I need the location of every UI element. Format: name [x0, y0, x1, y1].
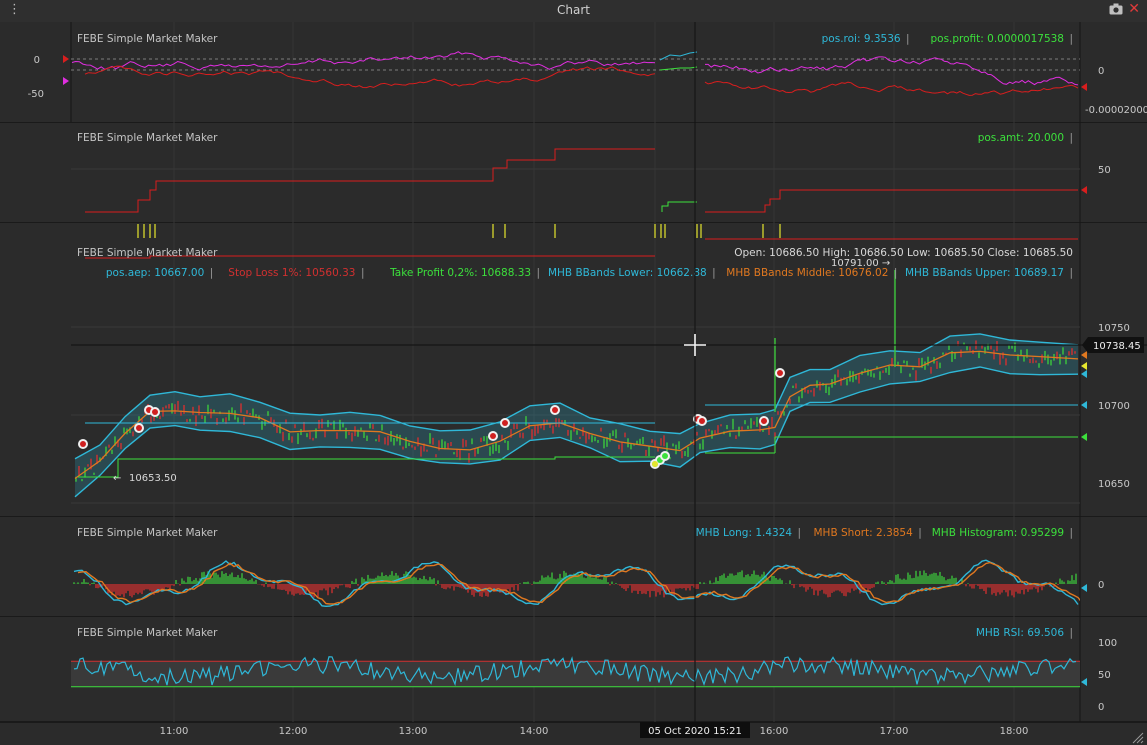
legend-separator: |	[537, 267, 541, 279]
pane-legend: | pos.profit: 0.0000017538 | pos.roi: 9.353…	[822, 33, 1073, 45]
price-tick-label: 10750	[1098, 323, 1130, 334]
pane-legend: | MHB RSI: 69.506	[976, 627, 1073, 639]
indicator-name: FEBE Simple Market Maker	[77, 247, 218, 259]
window-title: Chart	[557, 3, 590, 17]
low-annotation: 10653.50	[129, 473, 177, 484]
time-tick-label: 14:00	[520, 726, 549, 737]
legend-separator: |	[1069, 627, 1073, 639]
order-marker-dot	[652, 461, 658, 467]
cursor-price-label: 10738.45	[1093, 341, 1141, 352]
legend-separator: |	[906, 33, 910, 45]
legend-separator: |	[918, 527, 922, 539]
legend-entry: pos.profit: 0.0000017538	[930, 33, 1064, 45]
order-marker-dot	[699, 418, 705, 424]
price-tick-label: 50	[1098, 165, 1111, 176]
legend-entry: MHB RSI: 69.506	[976, 627, 1064, 639]
time-tick-label: 12:00	[279, 726, 308, 737]
order-marker-dot	[80, 441, 86, 447]
legend-separator: |	[210, 267, 214, 279]
indicator-name: FEBE Simple Market Maker	[77, 132, 218, 144]
time-tick-label: 13:00	[399, 726, 428, 737]
time-tick-label: 16:00	[760, 726, 789, 737]
pane-legend: | pos.amt: 20.000	[978, 132, 1073, 144]
window-titlebar: ⋮ Chart ✕	[0, 0, 1147, 23]
legend-separator: |	[1069, 267, 1073, 279]
roi-tick-label: 0	[34, 55, 40, 66]
legend-entry: MHB Short: 2.3854	[814, 527, 914, 539]
order-marker-dot	[761, 418, 767, 424]
legend-entry: MHB Histogram: 0.95299	[932, 527, 1064, 539]
high-annotation: 10791.00 →	[831, 258, 890, 269]
time-tick-label: 18:00	[1000, 726, 1029, 737]
roi-tick-label: -50	[28, 89, 44, 100]
order-marker-dot	[502, 420, 508, 426]
legend-entry: MHB BBands Lower: 10662.88	[548, 267, 707, 279]
legend-entry: pos.amt: 20.000	[978, 132, 1064, 144]
price-tick-label: 0	[1098, 66, 1104, 77]
order-marker-dot	[662, 453, 668, 459]
legend-entry: Stop Loss 1%: 10560.33	[228, 267, 355, 279]
cursor-time-label: 05 Oct 2020 15:21	[648, 726, 742, 737]
price-tick-label: 0	[1098, 580, 1104, 591]
ohlc-readout: Open: 10686.50 High: 10686.50 Low: 10685…	[734, 247, 1073, 259]
close-icon[interactable]: ✕	[1128, 1, 1140, 17]
camera-icon[interactable]	[1109, 3, 1123, 15]
pane-legend: |MHB BBands Upper: 10689.17|MHB BBands M…	[106, 267, 1073, 279]
legend-entry: pos.aep: 10667.00	[106, 267, 204, 279]
rsi-zone	[71, 661, 1080, 687]
pane-legend: | MHB Histogram: 0.95299 | MHB Short: 2.385…	[696, 527, 1073, 539]
order-marker-dot	[136, 425, 142, 431]
order-marker-dot	[777, 370, 783, 376]
order-marker-dot	[152, 409, 158, 415]
legend-entry: pos.roi: 9.3536	[822, 33, 901, 45]
time-tick-label: 11:00	[160, 726, 189, 737]
indicator-name: FEBE Simple Market Maker	[77, 627, 218, 639]
price-tick-label: 50	[1098, 670, 1111, 681]
price-tick-label: 10700	[1098, 401, 1130, 412]
price-tick-label: 10650	[1098, 479, 1130, 490]
indicator-name: FEBE Simple Market Maker	[77, 527, 218, 539]
profit-tick-label: -0.00002000	[1085, 105, 1147, 116]
legend-separator: |	[361, 267, 365, 279]
legend-separator: |	[1069, 527, 1073, 539]
legend-separator: |	[712, 267, 716, 279]
legend-separator: |	[1069, 33, 1073, 45]
indicator-name: FEBE Simple Market Maker	[77, 33, 218, 45]
resize-grip-icon	[1132, 732, 1144, 744]
legend-entry: Take Profit 0,2%: 10688.33	[389, 267, 531, 279]
order-marker-dot	[490, 433, 496, 439]
price-tick-label: 100	[1098, 638, 1117, 649]
legend-entry: MHB Long: 1.4324	[696, 527, 793, 539]
order-marker-dot	[552, 407, 558, 413]
chart-canvas[interactable]: 11:0012:0013:0014:0015:0016:0017:0018:00…	[0, 22, 1147, 745]
legend-entry: MHB BBands Upper: 10689.17	[905, 267, 1064, 279]
time-tick-label: 17:00	[880, 726, 909, 737]
low-arrow-icon: ←	[113, 473, 121, 484]
legend-separator: |	[894, 267, 898, 279]
legend-separator: |	[1069, 132, 1073, 144]
price-tick-label: 0	[1098, 702, 1104, 713]
legend-separator: |	[798, 527, 802, 539]
